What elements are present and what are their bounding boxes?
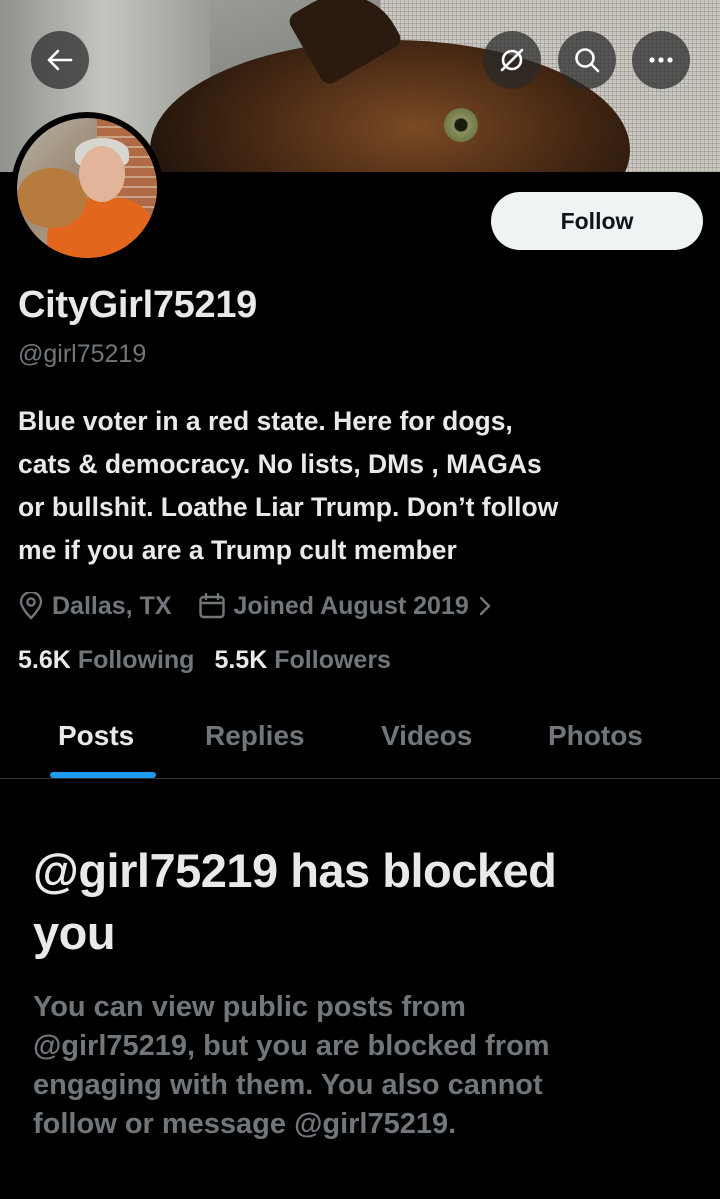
profile-bio: Blue voter in a red state. Here for dogs… (18, 400, 708, 572)
follow-button[interactable]: Follow (491, 192, 703, 250)
active-tab-indicator (50, 772, 156, 778)
blocked-title-line: @girl75219 has blocked (33, 844, 557, 897)
back-button[interactable] (31, 31, 89, 89)
joined-date[interactable]: Joined August 2019 (234, 592, 469, 621)
followers-label: Followers (274, 646, 391, 674)
following-link[interactable]: 5.6K Following (18, 646, 194, 675)
blocked-description-line: engaging with them. You also cannot (33, 1069, 543, 1101)
more-options-button[interactable] (632, 31, 690, 89)
tab-posts[interactable]: Posts (58, 720, 134, 752)
location-text: Dallas, TX (52, 591, 172, 620)
user-handle: @girl75219 (18, 340, 147, 368)
banner-cat-eye (444, 108, 478, 142)
blocked-title-line: you (33, 906, 116, 959)
avatar-dog (17, 168, 87, 228)
followers-link[interactable]: 5.5K Followers (214, 646, 391, 675)
avatar[interactable] (11, 112, 163, 264)
blocked-description-line: You can view public posts from (33, 991, 466, 1023)
location-pin-icon (18, 592, 44, 620)
more-horizontal-icon (649, 57, 673, 63)
tab-videos[interactable]: Videos (381, 720, 472, 752)
avatar-face (79, 146, 125, 202)
avatar-image (17, 118, 157, 258)
search-icon (575, 48, 600, 73)
calendar-icon (198, 593, 226, 619)
chevron-right-icon[interactable] (479, 596, 491, 616)
blocked-title: @girl75219 has blocked you (33, 840, 693, 964)
blocked-description-line: follow or message @girl75219. (33, 1108, 457, 1140)
blocked-description-line: @girl75219, but you are blocked from (33, 1030, 550, 1062)
following-label: Following (77, 646, 195, 674)
following-count: 5.6K (18, 646, 71, 674)
profile-tabs: Posts Replies Videos Photos (0, 700, 720, 779)
display-name: CityGirl75219 (18, 284, 258, 326)
bio-line: or bullshit. Loathe Liar Trump. Don’t fo… (18, 492, 559, 522)
eye-slash-circle-icon (500, 48, 524, 72)
tab-photos[interactable]: Photos (548, 720, 643, 752)
bio-line: cats & democracy. No lists, DMs , MAGAs (18, 449, 542, 479)
profile-meta: Dallas, TX Joined August 2019 (18, 588, 491, 624)
follow-stats: 5.6K Following 5.5K Followers (18, 646, 391, 675)
arrow-left-icon (47, 49, 73, 71)
search-button[interactable] (558, 31, 616, 89)
hide-content-button[interactable] (483, 31, 541, 89)
blocked-description: You can view public posts from @girl7521… (33, 988, 703, 1144)
tab-replies[interactable]: Replies (205, 720, 305, 752)
bio-line: me if you are a Trump cult member (18, 535, 457, 565)
followers-count: 5.5K (214, 646, 268, 674)
bio-line: Blue voter in a red state. Here for dogs… (18, 406, 513, 436)
